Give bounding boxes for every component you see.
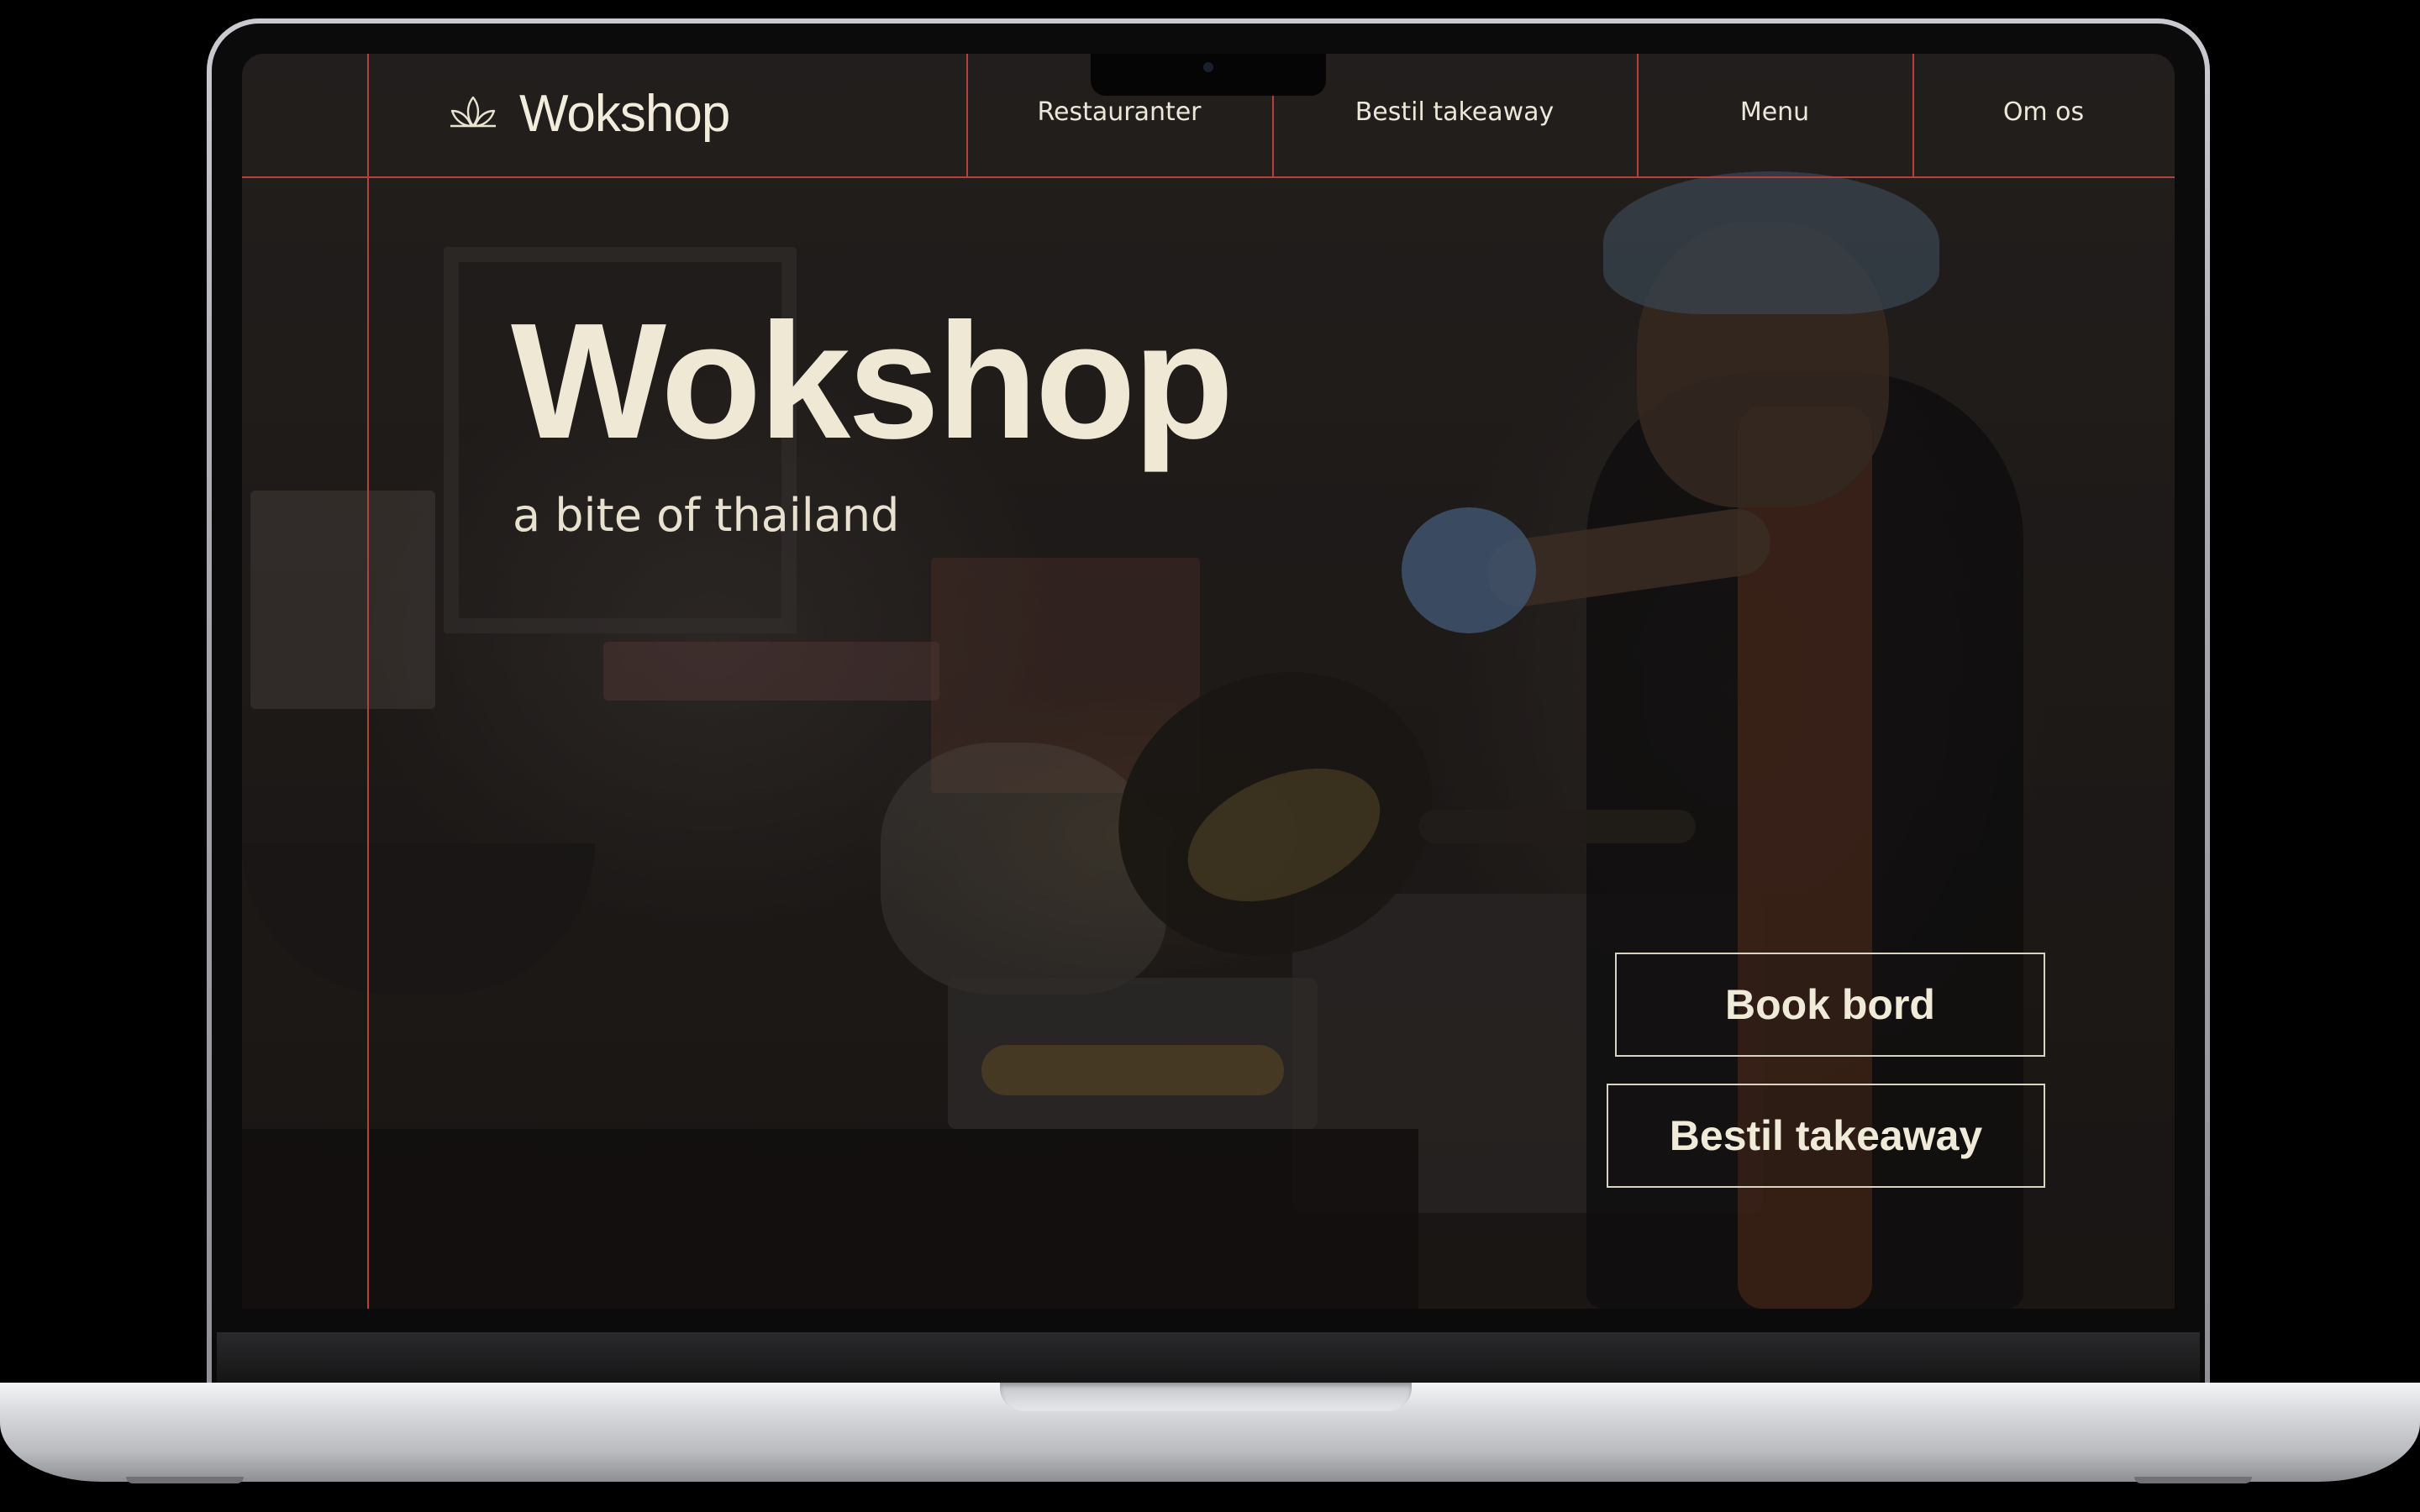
hero-title: Wokshop bbox=[511, 289, 1234, 473]
nav-bottom-border bbox=[242, 176, 2175, 178]
book-table-button[interactable]: Book bord bbox=[1615, 953, 2045, 1057]
camera-icon bbox=[1203, 62, 1213, 72]
laptop-opening-notch bbox=[1000, 1383, 1412, 1411]
order-takeaway-button[interactable]: Bestil takeaway bbox=[1607, 1084, 2045, 1188]
hero-subtitle: a bite of thailand bbox=[513, 489, 900, 542]
laptop-screen-chin bbox=[217, 1332, 2200, 1384]
laptop-foot-right bbox=[2134, 1477, 2252, 1483]
logo-text: Wokshop bbox=[519, 85, 730, 143]
nav-link-om-os[interactable]: Om os bbox=[1912, 97, 2175, 127]
nav-link-restauranter[interactable]: Restauranter bbox=[966, 97, 1272, 127]
lotus-icon bbox=[444, 92, 502, 136]
camera-notch bbox=[1091, 54, 1326, 96]
laptop-foot-left bbox=[126, 1477, 244, 1483]
nav-link-menu[interactable]: Menu bbox=[1637, 97, 1912, 127]
logo-link[interactable]: Wokshop bbox=[444, 84, 730, 144]
nav-link-bestil-takeaway[interactable]: Bestil takeaway bbox=[1272, 97, 1637, 127]
website-screen: Wokshop Restauranter Bestil takeaway Men… bbox=[242, 54, 2175, 1309]
guide-line-vertical bbox=[367, 54, 369, 1309]
